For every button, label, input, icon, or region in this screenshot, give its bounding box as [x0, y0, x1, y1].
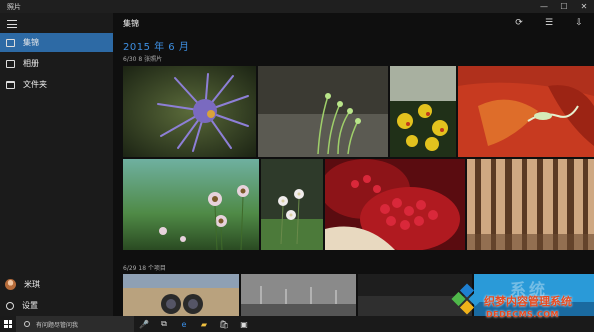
- sidebar-item-label: 集锦: [23, 38, 39, 47]
- sidebar-user-account[interactable]: 米琪: [0, 275, 113, 294]
- cortana-search-box[interactable]: 有问题尽管问我: [16, 316, 134, 332]
- photo-purple-thistle[interactable]: [123, 66, 256, 157]
- watermark-brand: 织梦内容管理系统: [484, 295, 572, 308]
- sidebar-item-label: 文件夹: [23, 80, 47, 89]
- window-title: 照片: [7, 2, 21, 11]
- minimize-button[interactable]: —: [534, 0, 554, 13]
- search-icon: [24, 321, 30, 327]
- microphone-icon[interactable]: 🎤: [134, 316, 154, 332]
- select-icon[interactable]: ☰: [534, 13, 564, 33]
- file-explorer-icon[interactable]: ▰: [194, 316, 214, 332]
- month-heading: 2015 年 6 月: [123, 42, 190, 53]
- photo-pomegranate[interactable]: [325, 159, 465, 250]
- sidebar-item-label: 相册: [23, 59, 39, 68]
- sidebar-item-collection[interactable]: 集锦: [0, 33, 113, 52]
- photo-field-daisies[interactable]: [123, 159, 259, 250]
- store-icon[interactable]: 🛍: [214, 316, 234, 332]
- album-icon: [6, 59, 15, 68]
- sidebar-item-folders[interactable]: 文件夹: [0, 75, 113, 94]
- user-name: 米琪: [24, 280, 40, 289]
- settings-label: 设置: [22, 301, 38, 310]
- photo-wind-turbines[interactable]: [241, 274, 356, 316]
- import-icon[interactable]: ⇩: [564, 13, 594, 33]
- photo-binoculars[interactable]: [123, 274, 239, 316]
- photo-forest-trunks[interactable]: [467, 159, 594, 250]
- collection-icon: [6, 38, 15, 47]
- main-content: 集锦 ⟳ ☰ ⇩ 2015 年 6 月 6/30 8 张照片 6/29 18 个…: [113, 13, 594, 316]
- group-label: 6/30 8 张照片: [123, 56, 163, 63]
- windows-watermark-logo-icon: [451, 283, 483, 315]
- page-title: 集锦: [123, 18, 139, 28]
- sidebar-item-settings[interactable]: 设置: [0, 296, 113, 315]
- maximize-button[interactable]: ☐: [554, 0, 574, 13]
- edge-icon[interactable]: e: [174, 316, 194, 332]
- photos-icon[interactable]: ▣: [234, 316, 254, 332]
- photo-red-leaf-lizard[interactable]: [458, 66, 594, 157]
- windows-logo-icon: [4, 320, 12, 328]
- watermark-url: DEDECMS.COM: [486, 310, 559, 319]
- task-view-icon[interactable]: ⧉: [154, 316, 174, 332]
- photo-white-flowers[interactable]: [261, 159, 323, 250]
- sidebar: 集锦 相册 文件夹 米琪 设置: [0, 13, 113, 316]
- main-header: 集锦 ⟳ ☰ ⇩: [113, 13, 594, 33]
- photos-app-window: 照片 — ☐ ✕ 集锦 相册 文件夹 米琪 设置 集锦 ⟳ ☰ ⇩ 2015 年…: [0, 0, 594, 316]
- start-button[interactable]: [0, 316, 16, 332]
- gear-icon: [6, 301, 14, 310]
- folder-icon: [6, 80, 15, 89]
- watermark: 系统 织梦内容管理系统 DEDECMS.COM: [448, 276, 594, 332]
- refresh-icon[interactable]: ⟳: [504, 13, 534, 33]
- sidebar-item-albums[interactable]: 相册: [0, 54, 113, 73]
- title-bar: 照片 — ☐ ✕: [0, 0, 594, 13]
- hamburger-menu-icon[interactable]: [6, 18, 18, 30]
- avatar: [5, 279, 16, 290]
- photo-sprouts[interactable]: [258, 66, 388, 157]
- search-placeholder: 有问题尽管问我: [36, 321, 79, 329]
- photo-yellow-flowers[interactable]: [390, 66, 456, 157]
- close-button[interactable]: ✕: [574, 0, 594, 13]
- group-label: 6/29 18 个项目: [123, 265, 166, 272]
